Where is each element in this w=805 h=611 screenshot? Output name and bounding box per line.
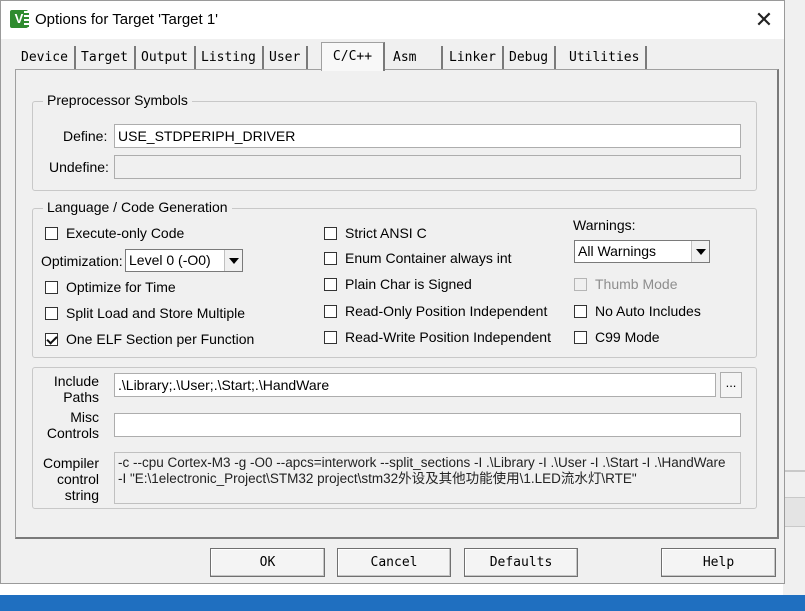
split-load-checkbox[interactable]: Split Load and Store Multiple — [45, 305, 245, 323]
tab-utilities[interactable]: Utilities — [563, 46, 648, 70]
tab-user[interactable]: User — [263, 46, 309, 70]
compiler-string-line-1: -c --cpu Cortex-M3 -g -O0 --apcs=interwo… — [118, 455, 726, 470]
warnings-value: All Warnings — [578, 243, 657, 259]
close-button[interactable]: ✕ — [749, 7, 779, 33]
include-label-line-2: Paths — [63, 389, 99, 405]
tab-asm[interactable]: Asm — [387, 46, 443, 70]
browse-include-paths-button[interactable]: ... — [720, 372, 742, 398]
language-group-title: Language / Code Generation — [43, 199, 232, 215]
c99-mode-checkbox[interactable]: C99 Mode — [574, 329, 660, 347]
tab-debug[interactable]: Debug — [503, 46, 557, 70]
chevron-down-icon[interactable] — [691, 241, 709, 262]
optimization-value: Level 0 (-O0) — [129, 252, 211, 268]
thumb-mode-checkbox: Thumb Mode — [574, 276, 677, 294]
tab-target[interactable]: Target — [75, 46, 136, 70]
misc-label-line-2: Controls — [46, 425, 99, 441]
preprocessor-group-title: Preprocessor Symbols — [43, 92, 192, 108]
compiler-string-line-2: -I "E:\1electronic_Project\STM32 project… — [118, 471, 637, 486]
plain-char-checkbox[interactable]: Plain Char is Signed — [324, 276, 472, 294]
window-title: Options for Target 'Target 1' — [35, 11, 219, 28]
optimize-time-label: Optimize for Time — [66, 279, 176, 295]
execute-only-checkbox[interactable]: Execute-only Code — [45, 225, 184, 243]
include-paths-label: Include Paths — [45, 373, 99, 405]
background-divider — [783, 470, 805, 472]
split-load-label: Split Load and Store Multiple — [66, 305, 245, 321]
include-label-line-1: Include — [53, 373, 99, 389]
include-paths-input[interactable]: .\Library;.\User;.\Start;.\HandWare — [114, 373, 716, 397]
c99-mode-label: C99 Mode — [595, 329, 660, 345]
tab-output[interactable]: Output — [135, 46, 196, 70]
checkbox-box[interactable] — [324, 227, 337, 240]
no-auto-includes-checkbox[interactable]: No Auto Includes — [574, 303, 701, 321]
checkbox-box[interactable] — [324, 331, 337, 344]
help-button[interactable]: Help — [661, 548, 776, 577]
chevron-down-icon[interactable] — [224, 250, 242, 271]
checkbox-box[interactable] — [324, 278, 337, 291]
warnings-select[interactable]: All Warnings — [574, 240, 710, 263]
checkbox-box[interactable] — [324, 305, 337, 318]
optimize-time-checkbox[interactable]: Optimize for Time — [45, 279, 176, 297]
taskbar — [0, 595, 805, 611]
one-elf-label: One ELF Section per Function — [66, 331, 255, 347]
one-elf-checkbox[interactable]: One ELF Section per Function — [45, 331, 254, 349]
ok-button[interactable]: OK — [210, 548, 325, 577]
ro-position-label: Read-Only Position Independent — [345, 303, 548, 319]
checkbox-box[interactable] — [45, 281, 58, 294]
rw-position-checkbox[interactable]: Read-Write Position Independent — [324, 329, 551, 347]
rw-position-label: Read-Write Position Independent — [345, 329, 551, 345]
undefine-input[interactable] — [114, 155, 741, 179]
warnings-label: Warnings: — [573, 217, 636, 233]
compiler-control-label: Compiler control string — [41, 455, 99, 503]
define-input[interactable]: USE_STDPERIPH_DRIVER — [114, 124, 741, 148]
compiler-label-line-1: Compiler — [42, 455, 99, 471]
tab-listing[interactable]: Listing — [195, 46, 264, 70]
enum-container-checkbox[interactable]: Enum Container always int — [324, 250, 512, 268]
strict-ansi-checkbox[interactable]: Strict ANSI C — [324, 225, 427, 243]
background-scrollbar — [783, 497, 805, 527]
keil-uvision-icon: V — [10, 10, 29, 28]
compiler-label-line-3: string — [64, 487, 99, 503]
checkbox-box[interactable] — [574, 305, 587, 318]
no-auto-includes-label: No Auto Includes — [595, 303, 701, 319]
strict-ansi-label: Strict ANSI C — [345, 225, 427, 241]
tab-device[interactable]: Device — [15, 46, 76, 70]
misc-controls-label: Misc Controls — [45, 409, 99, 441]
tab-linker[interactable]: Linker — [443, 46, 504, 70]
thumb-mode-label: Thumb Mode — [595, 276, 678, 292]
compiler-label-line-2: control — [56, 471, 99, 487]
options-dialog: V Options for Target 'Target 1' ✕ Device… — [0, 0, 785, 584]
undefine-label: Undefine: — [49, 159, 109, 175]
execute-only-label: Execute-only Code — [66, 225, 185, 241]
checkbox-box[interactable] — [324, 252, 337, 265]
defaults-button[interactable]: Defaults — [464, 548, 578, 577]
enum-container-label: Enum Container always int — [345, 250, 512, 266]
checkmark-icon[interactable] — [45, 333, 58, 346]
checkbox-box[interactable] — [45, 307, 58, 320]
misc-label-line-1: Misc — [70, 409, 99, 425]
checkbox-box[interactable] — [574, 331, 587, 344]
optimization-label: Optimization: — [41, 253, 123, 269]
define-label: Define: — [63, 128, 108, 144]
checkbox-box[interactable] — [45, 227, 58, 240]
checkbox-box — [574, 278, 587, 291]
title-bar[interactable]: V Options for Target 'Target 1' ✕ — [1, 1, 784, 39]
tab-c-cpp[interactable]: C/C++ — [321, 42, 385, 71]
background-window-edge — [783, 0, 805, 611]
plain-char-label: Plain Char is Signed — [345, 276, 472, 292]
cancel-button[interactable]: Cancel — [337, 548, 451, 577]
misc-controls-input[interactable] — [114, 413, 741, 437]
optimization-select[interactable]: Level 0 (-O0) — [125, 249, 243, 272]
ro-position-checkbox[interactable]: Read-Only Position Independent — [324, 303, 547, 321]
compiler-control-string[interactable]: -c --cpu Cortex-M3 -g -O0 --apcs=interwo… — [114, 452, 741, 504]
